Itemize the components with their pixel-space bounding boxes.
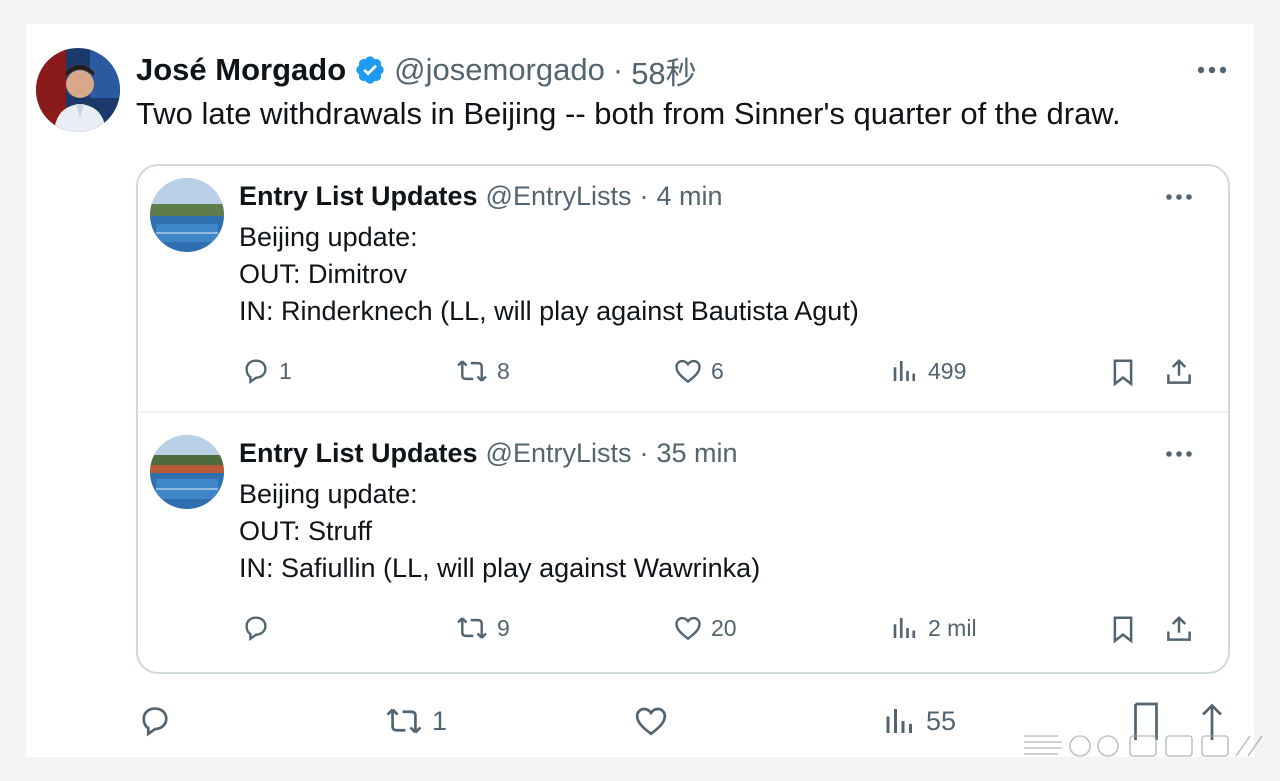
retweet-count: 9 — [497, 614, 510, 641]
tweet-timestamp[interactable]: 58秒 — [631, 48, 696, 93]
share-icon[interactable] — [1164, 613, 1194, 645]
reply-icon — [241, 356, 271, 386]
views-button[interactable]: 499 — [890, 356, 966, 386]
like-icon — [673, 356, 703, 386]
quote-author-handle[interactable]: @EntryLists — [486, 438, 632, 469]
retweet-icon — [455, 356, 489, 386]
reply-button[interactable]: 1 — [241, 356, 292, 386]
retweet-button[interactable]: 9 — [455, 613, 510, 643]
like-count: 6 — [711, 357, 724, 384]
views-count: 499 — [928, 357, 967, 384]
like-button[interactable]: 6 — [673, 356, 724, 386]
share-icon[interactable] — [1164, 356, 1194, 388]
reply-icon — [137, 703, 173, 739]
quote-text-line: IN: Rinderknech (LL, will play against B… — [239, 296, 859, 326]
quote-author-name[interactable]: Entry List Updates — [239, 438, 478, 469]
retweet-icon — [384, 703, 424, 739]
views-icon — [882, 703, 918, 739]
quote-author-name[interactable]: Entry List Updates — [239, 181, 478, 212]
quote-text-line: IN: Safiullin (LL, will play against Waw… — [239, 553, 761, 583]
quote-text-line: OUT: Dimitrov — [239, 259, 407, 289]
author-avatar[interactable] — [36, 48, 120, 132]
like-count: 20 — [711, 614, 737, 641]
verified-badge-icon — [354, 54, 386, 86]
tweet-text: Two late withdrawals in Beijing -- both … — [136, 96, 1121, 131]
retweet-icon — [455, 613, 489, 643]
like-icon — [673, 613, 703, 643]
watermark-logo — [1020, 722, 1270, 772]
retweet-count: 1 — [432, 705, 448, 736]
more-icon[interactable] — [1196, 58, 1228, 82]
quote-text-line: Beijing update: — [239, 479, 418, 509]
reply-count: 1 — [279, 357, 292, 384]
bookmark-icon[interactable] — [1108, 356, 1138, 388]
quote-text-line: OUT: Struff — [239, 516, 373, 546]
reply-button[interactable] — [137, 703, 181, 739]
divider — [138, 411, 1228, 413]
quote-timestamp[interactable]: 4 min — [657, 181, 723, 212]
tweet-header: José Morgado @josemorgado · 58秒 — [136, 48, 697, 93]
views-count: 55 — [926, 705, 957, 736]
views-icon — [890, 356, 920, 386]
views-count: 2 mil — [928, 614, 977, 641]
retweet-count: 8 — [497, 357, 510, 384]
separator-dot: · — [639, 437, 649, 468]
retweet-button[interactable]: 8 — [455, 356, 510, 386]
separator-dot: · — [612, 52, 624, 87]
author-name[interactable]: José Morgado — [136, 52, 346, 88]
like-button[interactable] — [633, 703, 677, 739]
retweet-button[interactable]: 1 — [384, 703, 447, 739]
author-handle[interactable]: @josemorgado — [394, 52, 605, 88]
separator-dot: · — [639, 180, 649, 211]
more-icon[interactable] — [1164, 444, 1194, 464]
views-icon — [890, 613, 920, 643]
reply-icon — [241, 613, 271, 643]
views-button[interactable]: 2 mil — [890, 613, 977, 643]
quote-header: Entry List Updates @EntryLists · 4 min — [239, 178, 723, 214]
quote-header: Entry List Updates @EntryLists · 35 min — [239, 435, 738, 471]
like-button[interactable]: 20 — [673, 613, 737, 643]
more-icon[interactable] — [1164, 187, 1194, 207]
quote-avatar[interactable] — [150, 178, 224, 252]
views-button[interactable]: 55 — [882, 703, 956, 739]
quote-text-line: Beijing update: — [239, 222, 418, 252]
quote-avatar[interactable] — [150, 435, 224, 509]
like-icon — [633, 703, 669, 739]
bookmark-icon[interactable] — [1108, 613, 1138, 645]
reply-button[interactable] — [241, 613, 279, 643]
quote-author-handle[interactable]: @EntryLists — [486, 181, 632, 212]
quote-timestamp[interactable]: 35 min — [657, 438, 738, 469]
